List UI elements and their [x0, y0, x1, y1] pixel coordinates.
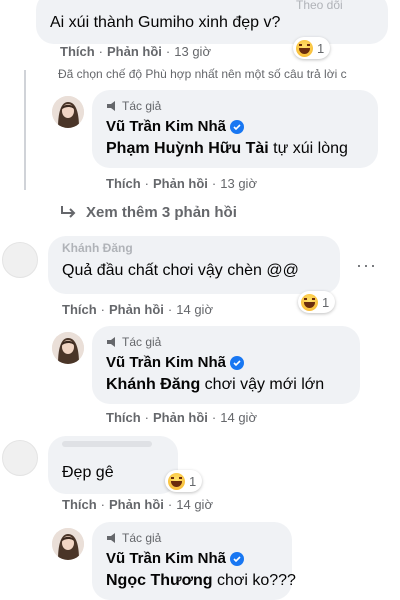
- reply-button[interactable]: Phản hồi: [109, 302, 164, 317]
- like-button[interactable]: Thích: [60, 44, 95, 59]
- like-button[interactable]: Thích: [106, 410, 141, 425]
- reaction-badge[interactable]: 1: [298, 291, 336, 313]
- reply-button[interactable]: Phản hồi: [153, 410, 208, 425]
- comment-text: Ai xúi thành Gumiho xinh đẹp v?: [50, 14, 281, 31]
- reaction-count: 1: [322, 294, 330, 310]
- comment-bubble: Đẹp gê: [48, 436, 178, 494]
- commenter-name[interactable]: Khánh Đăng: [62, 241, 133, 255]
- reply-button[interactable]: Phản hồi: [109, 497, 164, 512]
- avatar[interactable]: [52, 332, 84, 364]
- comment-time: 14 giờ: [220, 410, 257, 425]
- mention-link[interactable]: Phạm Huỳnh Hữu Tài: [106, 140, 269, 157]
- reply-button[interactable]: Phản hồi: [153, 176, 208, 191]
- avatar-image-icon: [52, 528, 84, 560]
- like-button[interactable]: Thích: [106, 176, 141, 191]
- comment-bubble: Khánh Đăng Quả đầu chất chơi vậy chèn @@: [48, 236, 340, 294]
- reply-arrow-icon: [61, 205, 76, 218]
- like-button[interactable]: Thích: [62, 302, 97, 317]
- mention-link[interactable]: Ngọc Thương: [106, 572, 213, 589]
- verified-icon: [230, 355, 245, 370]
- author-name[interactable]: Vũ Trần Kim Nhã: [106, 354, 245, 371]
- like-button[interactable]: Thích: [62, 497, 97, 512]
- faded-header-text: Theo dõi: [296, 0, 343, 12]
- reaction-count: 1: [317, 40, 325, 56]
- avatar-image-icon: [52, 96, 84, 128]
- verified-icon: [230, 551, 245, 566]
- comment-time: 13 giờ: [220, 176, 257, 191]
- comment-time: 14 giờ: [176, 302, 213, 317]
- reaction-badge-top[interactable]: 1: [293, 37, 331, 59]
- reply-actions: Thích · Phản hồi · 13 giờ: [106, 176, 257, 191]
- comment-time: 14 giờ: [176, 497, 213, 512]
- thread-line: [24, 70, 26, 190]
- comment-actions: Thích · Phản hồi · 14 giờ: [62, 497, 213, 512]
- reaction-count: 1: [189, 473, 197, 489]
- reply-bubble: Tác giả Vũ Trần Kim Nhã Khánh Đăng chơi …: [92, 326, 360, 404]
- avatar[interactable]: [2, 242, 38, 278]
- more-options-button[interactable]: ···: [356, 255, 377, 276]
- author-tag: Tác giả: [106, 335, 161, 349]
- avatar[interactable]: [2, 440, 38, 476]
- avatar-image-icon: [52, 332, 84, 364]
- comment-actions: Thích · Phản hồi · 14 giờ: [62, 302, 213, 317]
- comment-text: Quả đầu chất chơi vậy chèn @@: [62, 262, 299, 279]
- reply-bubble: Tác giả Vũ Trần Kim Nhã Phạm Huỳnh Hữu T…: [92, 90, 378, 168]
- avatar[interactable]: [52, 528, 84, 560]
- relevance-notice: Đã chọn chế độ Phù hợp nhất nên một số c…: [58, 67, 347, 81]
- author-tag: Tác giả: [106, 531, 161, 545]
- comment-bubble-top: Theo dõi Ai xúi thành Gumiho xinh đẹp v?: [36, 0, 388, 44]
- haha-icon: [296, 39, 313, 57]
- microphone-icon: [107, 101, 115, 111]
- commenter-name-obscured: [62, 441, 152, 447]
- reply-button[interactable]: Phản hồi: [107, 44, 162, 59]
- reply-text: Phạm Huỳnh Hữu Tài tự xúi lòng: [106, 140, 348, 157]
- author-tag: Tác giả: [106, 99, 161, 113]
- comment-text: Đẹp gê: [62, 464, 114, 481]
- avatar[interactable]: [52, 96, 84, 128]
- microphone-icon: [107, 337, 115, 347]
- reply-text: Khánh Đăng chơi vậy mới lớn: [106, 376, 325, 393]
- see-more-replies-button[interactable]: Xem thêm 3 phản hồi: [60, 204, 237, 221]
- reply-text: Ngọc Thương chơi ko???: [106, 572, 296, 589]
- mention-link[interactable]: Khánh Đăng: [106, 376, 200, 393]
- microphone-icon: [107, 533, 115, 543]
- author-name[interactable]: Vũ Trần Kim Nhã: [106, 118, 245, 135]
- reply-actions: Thích · Phản hồi · 14 giờ: [106, 410, 257, 425]
- haha-icon: [168, 472, 185, 490]
- haha-icon: [301, 293, 318, 311]
- verified-icon: [230, 119, 245, 134]
- reply-bubble: Tác giả Vũ Trần Kim Nhã Ngọc Thương chơi…: [92, 522, 296, 600]
- reaction-badge[interactable]: 1: [165, 470, 203, 492]
- comment-time: 13 giờ: [174, 44, 211, 59]
- author-name[interactable]: Vũ Trần Kim Nhã: [106, 550, 245, 567]
- comment-actions-top: Thích · Phản hồi · 13 giờ: [60, 44, 211, 59]
